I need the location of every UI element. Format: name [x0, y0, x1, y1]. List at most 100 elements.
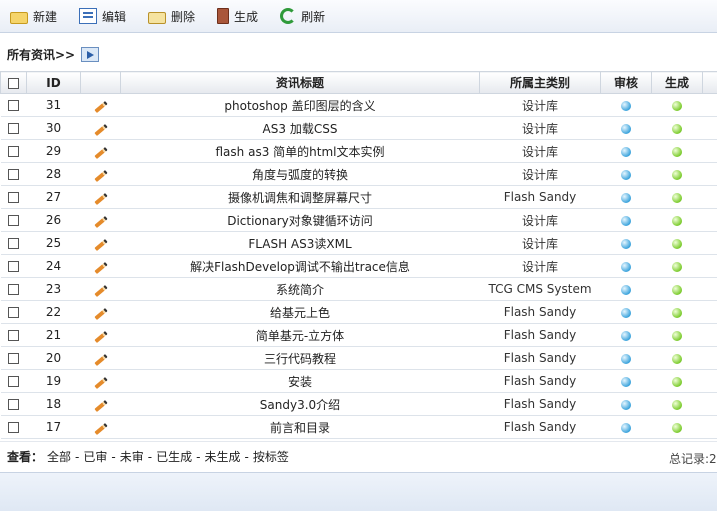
- row-checkbox[interactable]: [8, 330, 19, 341]
- generate-status-icon[interactable]: [672, 192, 682, 203]
- row-title[interactable]: 安装: [120, 369, 480, 393]
- pencil-edit-icon[interactable]: [93, 399, 108, 413]
- new-button[interactable]: 新建: [10, 8, 57, 25]
- filter-unreviewed-link[interactable]: 未审: [120, 448, 144, 465]
- generate-button[interactable]: 生成: [217, 8, 258, 25]
- row-checkbox[interactable]: [8, 123, 19, 134]
- column-header-review[interactable]: 审核: [600, 71, 652, 94]
- filter-by-tag-link[interactable]: 按标签: [253, 448, 289, 465]
- row-checkbox[interactable]: [8, 100, 19, 111]
- generate-status-icon[interactable]: [672, 353, 682, 364]
- table-row[interactable]: 21 简单基元-立方体 Flash Sandy: [0, 323, 717, 347]
- row-title[interactable]: 给基元上色: [120, 300, 480, 324]
- review-status-icon[interactable]: [621, 399, 631, 410]
- column-header-title[interactable]: 资讯标题: [120, 71, 480, 94]
- review-status-icon[interactable]: [621, 215, 631, 226]
- generate-status-icon[interactable]: [672, 100, 682, 111]
- pencil-edit-icon[interactable]: [93, 261, 108, 275]
- table-row[interactable]: 20 三行代码教程 Flash Sandy: [0, 346, 717, 370]
- go-arrow-icon[interactable]: [81, 47, 100, 62]
- pencil-edit-icon[interactable]: [93, 353, 108, 367]
- generate-status-icon[interactable]: [672, 123, 682, 134]
- review-status-icon[interactable]: [621, 261, 631, 272]
- review-status-icon[interactable]: [621, 330, 631, 341]
- row-title[interactable]: 三行代码教程: [120, 346, 480, 370]
- review-status-icon[interactable]: [621, 284, 631, 295]
- table-row[interactable]: 22 给基元上色 Flash Sandy: [0, 300, 717, 324]
- review-status-icon[interactable]: [621, 123, 631, 134]
- row-title[interactable]: flash as3 简单的html文本实例: [120, 139, 480, 163]
- pencil-edit-icon[interactable]: [93, 123, 108, 137]
- table-row[interactable]: 29 flash as3 简单的html文本实例 设计库: [0, 139, 717, 163]
- review-status-icon[interactable]: [621, 353, 631, 364]
- filter-ungenerated-link[interactable]: 未生成: [204, 448, 240, 465]
- table-row[interactable]: 31 photoshop 盖印图层的含义 设计库: [0, 93, 717, 117]
- row-checkbox[interactable]: [8, 261, 19, 272]
- row-title[interactable]: 摄像机调焦和调整屏幕尺寸: [120, 185, 480, 209]
- review-status-icon[interactable]: [621, 376, 631, 387]
- refresh-button[interactable]: 刷新: [280, 8, 325, 25]
- table-row[interactable]: 26 Dictionary对象键循环访问 设计库: [0, 208, 717, 232]
- pencil-edit-icon[interactable]: [93, 330, 108, 344]
- generate-status-icon[interactable]: [672, 261, 682, 272]
- filter-generated-link[interactable]: 已生成: [156, 448, 192, 465]
- row-title[interactable]: Dictionary对象键循环访问: [120, 208, 480, 232]
- review-status-icon[interactable]: [621, 100, 631, 111]
- generate-status-icon[interactable]: [672, 376, 682, 387]
- table-row[interactable]: 30 AS3 加载CSS 设计库: [0, 116, 717, 140]
- pencil-edit-icon[interactable]: [93, 422, 108, 436]
- row-title[interactable]: AS3 加载CSS: [120, 116, 480, 140]
- review-status-icon[interactable]: [621, 238, 631, 249]
- pencil-edit-icon[interactable]: [93, 100, 108, 114]
- row-checkbox[interactable]: [8, 146, 19, 157]
- review-status-icon[interactable]: [621, 307, 631, 318]
- table-row[interactable]: 28 角度与弧度的转换 设计库: [0, 162, 717, 186]
- pencil-edit-icon[interactable]: [93, 376, 108, 390]
- generate-status-icon[interactable]: [672, 284, 682, 295]
- row-title[interactable]: 前言和目录: [120, 415, 480, 439]
- table-row[interactable]: 18 Sandy3.0介绍 Flash Sandy: [0, 392, 717, 416]
- pencil-edit-icon[interactable]: [93, 215, 108, 229]
- row-checkbox[interactable]: [8, 353, 19, 364]
- review-status-icon[interactable]: [621, 169, 631, 180]
- review-status-icon[interactable]: [621, 422, 631, 433]
- table-row[interactable]: 25 FLASH AS3读XML 设计库: [0, 231, 717, 255]
- pencil-edit-icon[interactable]: [93, 238, 108, 252]
- table-row[interactable]: 27 摄像机调焦和调整屏幕尺寸 Flash Sandy: [0, 185, 717, 209]
- row-title[interactable]: 角度与弧度的转换: [120, 162, 480, 186]
- generate-status-icon[interactable]: [672, 422, 682, 433]
- generate-status-icon[interactable]: [672, 215, 682, 226]
- pencil-edit-icon[interactable]: [93, 284, 108, 298]
- review-status-icon[interactable]: [621, 192, 631, 203]
- pencil-edit-icon[interactable]: [93, 169, 108, 183]
- table-row[interactable]: 19 安装 Flash Sandy: [0, 369, 717, 393]
- select-all-checkbox[interactable]: [8, 77, 19, 89]
- row-checkbox[interactable]: [8, 376, 19, 387]
- row-checkbox[interactable]: [8, 399, 19, 410]
- delete-button[interactable]: 删除: [148, 8, 195, 25]
- table-row[interactable]: 24 解决FlashDevelop调试不输出trace信息 设计库: [0, 254, 717, 278]
- generate-status-icon[interactable]: [672, 238, 682, 249]
- review-status-icon[interactable]: [621, 146, 631, 157]
- pencil-edit-icon[interactable]: [93, 146, 108, 160]
- row-title[interactable]: FLASH AS3读XML: [120, 231, 480, 255]
- row-title[interactable]: 系统简介: [120, 277, 480, 301]
- row-checkbox[interactable]: [8, 169, 19, 180]
- row-checkbox[interactable]: [8, 215, 19, 226]
- row-title[interactable]: Sandy3.0介绍: [120, 392, 480, 416]
- row-title[interactable]: photoshop 盖印图层的含义: [120, 93, 480, 117]
- column-header-category[interactable]: 所属主类别: [479, 71, 601, 94]
- column-header-generate[interactable]: 生成: [651, 71, 703, 94]
- row-checkbox[interactable]: [8, 238, 19, 249]
- generate-status-icon[interactable]: [672, 169, 682, 180]
- filter-all-link[interactable]: 全部: [47, 448, 71, 465]
- row-checkbox[interactable]: [8, 422, 19, 433]
- row-checkbox[interactable]: [8, 307, 19, 318]
- table-row[interactable]: 23 系统简介 TCG CMS System: [0, 277, 717, 301]
- row-title[interactable]: 简单基元-立方体: [120, 323, 480, 347]
- table-row[interactable]: 17 前言和目录 Flash Sandy: [0, 415, 717, 439]
- column-header-id[interactable]: ID: [26, 71, 81, 94]
- filter-reviewed-link[interactable]: 已审: [83, 448, 107, 465]
- row-checkbox[interactable]: [8, 192, 19, 203]
- pencil-edit-icon[interactable]: [93, 307, 108, 321]
